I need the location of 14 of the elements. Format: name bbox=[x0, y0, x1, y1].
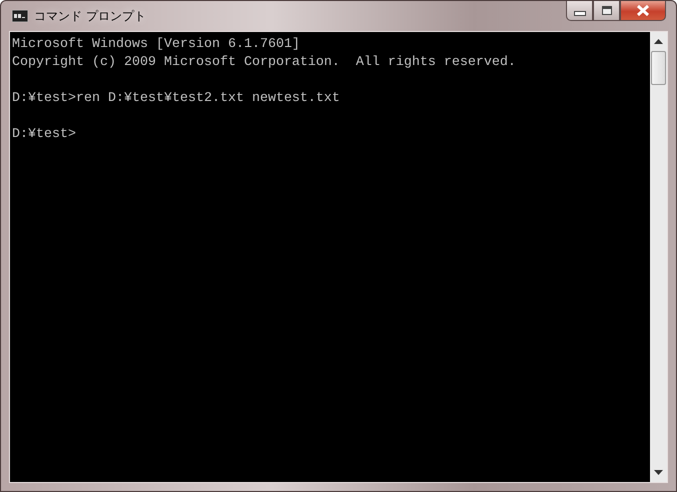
console-line: D:¥test>ren D:¥test¥test2.txt newtest.txt bbox=[12, 90, 340, 108]
scroll-up-icon[interactable] bbox=[654, 39, 663, 44]
console-line: Copyright (c) 2009 Microsoft Corporation. All rights reserved. bbox=[12, 54, 516, 72]
scroll-down-icon[interactable] bbox=[654, 470, 663, 475]
console-line: D:¥test> bbox=[12, 126, 76, 144]
maximize-button[interactable] bbox=[593, 1, 620, 21]
console-line: Microsoft Windows [Version 6.1.7601] bbox=[12, 36, 300, 54]
scroll-thumb[interactable] bbox=[651, 51, 666, 85]
close-button[interactable] bbox=[620, 1, 666, 21]
close-icon bbox=[636, 5, 650, 16]
minimize-button[interactable] bbox=[566, 1, 593, 21]
window-title: コマンド プロンプト bbox=[34, 8, 146, 24]
console-icon bbox=[12, 10, 28, 22]
scrollbar[interactable] bbox=[650, 32, 667, 482]
